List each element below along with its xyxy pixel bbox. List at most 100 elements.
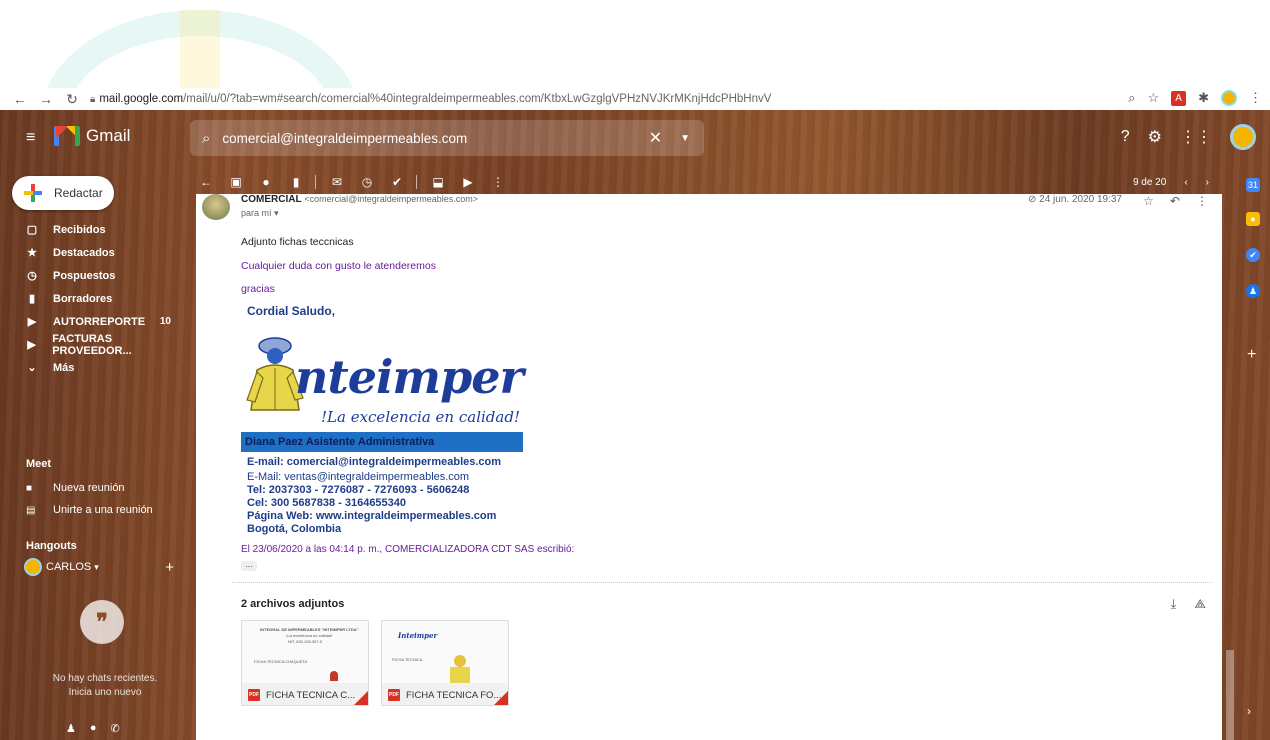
preview-helmet [454,655,466,667]
snooze-icon[interactable]: ◷ [356,175,378,189]
help-icon[interactable]: ? [1121,128,1130,146]
sidebar-item-autorreporte[interactable]: ▶ AUTORREPORTE 10 [0,310,185,333]
company-logo: nteimper !La excelencia en calidad! [241,322,524,430]
person-icon[interactable]: ♟ [66,722,76,735]
url-bar[interactable]: mail.google.com/mail/u/0/?tab=wm#search/… [99,93,771,105]
settings-gear-icon[interactable]: ⚙ [1148,127,1162,147]
attachments-actions: ⤓ ⟁ [1171,596,1206,612]
keep-icon[interactable]: ● [1246,212,1260,226]
apps-grid-icon[interactable]: ⋮⋮ [1180,127,1212,147]
forward-arrow-icon[interactable]: → [36,91,56,107]
recipient-line[interactable]: para mí ▾ [241,208,279,219]
show-side-panel-icon[interactable]: › [1247,704,1251,718]
sidebar-item-facturas[interactable]: ▶ FACTURAS PROVEEDOR... [0,333,185,357]
sidebar-item-destacados[interactable]: ★ Destacados [0,241,185,264]
preview-nit: NIT. 830.108.397-5 [288,639,323,644]
phone-icon[interactable]: ✆ [111,722,120,735]
gmail-logo[interactable]: Gmail [54,126,130,146]
body-line: Cualquier duda con gusto le atenderemos [241,260,436,272]
header-actions: ? ⚙ ⋮⋮ [1121,124,1256,150]
label-icon: ▶ [27,338,36,351]
bookmark-star-icon[interactable]: ☆ [1147,90,1159,106]
signature-sales-email[interactable]: E-Mail: ventas@integraldeimpermeables.co… [247,471,469,483]
compose-plus-icon [24,184,42,202]
preview-brand: Inteimper [398,631,438,640]
archive-icon[interactable]: ▣ [225,175,247,189]
sender-name[interactable]: COMERCIAL [241,194,302,205]
meet-join-label: Unirte a una reunión [53,504,153,516]
chat-bubble-icon[interactable]: ● [90,722,97,735]
labels-icon[interactable]: ▶ [457,175,479,189]
compose-button[interactable]: Redactar [12,176,114,210]
move-to-icon[interactable]: ⬓ [427,175,449,189]
signature-website[interactable]: Página Web: www.integraldeimpermeables.c… [247,510,496,522]
search-bar[interactable]: ⌕ comercial@integraldeimpermeables.com ✕… [190,120,704,156]
hangouts-user[interactable]: CARLOS ▾ + [24,558,174,576]
sender-avatar [202,194,230,220]
attachments-title: 2 archivos adjuntos [241,598,345,610]
profile-avatar-icon[interactable] [1221,90,1237,106]
signature-email[interactable]: E-mail: comercial@integraldeimpermeables… [247,456,501,468]
url-domain: mail.google.com [99,93,184,105]
pdf-extension-icon[interactable]: A [1171,90,1187,106]
show-trimmed-content-button[interactable]: ... [241,560,257,571]
account-avatar[interactable] [1230,124,1256,150]
add-task-icon[interactable]: ✔ [386,175,408,189]
attachment-card[interactable]: INTEGRAL DE IMPERMEABLES "INTEIMPER LTDA… [241,620,369,706]
preview-label: FICHA TECNICA [392,657,423,662]
dropdown-caret-icon[interactable]: ▾ [94,562,99,573]
recipient-label: para mí [241,208,272,218]
unread-count: 10 [159,316,171,327]
start-chat-link[interactable]: Inicia uno nuevo [40,686,170,700]
email-signature: Cordial Saludo, nteimper !La excelencia … [241,304,531,535]
browser-menu-icon[interactable]: ⋮ [1249,90,1262,106]
pager: 9 de 20 ‹ › [1133,177,1209,188]
download-all-icon[interactable]: ⤓ [1171,596,1177,612]
pager-count: 9 de 20 [1132,176,1167,188]
save-to-drive-icon[interactable]: ⟁ [1194,596,1206,612]
calendar-icon[interactable]: 31 [1246,178,1260,192]
star-toggle-icon[interactable]: ☆ [1143,194,1154,208]
report-spam-icon[interactable]: ● [255,175,277,189]
extensions-puzzle-icon[interactable]: ✱ [1198,90,1209,106]
back-arrow-icon[interactable]: ← [10,91,30,107]
sidebar-item-mas[interactable]: ⌄ Más [0,356,185,379]
add-chat-icon[interactable]: + [165,559,174,576]
attachment-preview: Inteimper FICHA TECNICA [382,621,508,683]
delete-icon[interactable]: ▮ [285,175,307,189]
zoom-icon[interactable]: ⌕ [1128,90,1135,106]
mark-unread-icon[interactable]: ✉ [326,175,348,189]
quoted-header: El 23/06/2020 a las 04:14 p. m., COMERCI… [241,544,575,555]
prev-message-icon[interactable]: ‹ [1184,177,1187,188]
search-options-icon[interactable]: ▼ [680,133,690,144]
sidebar-item-label: Pospuestos [53,269,116,282]
tasks-icon[interactable]: ✔ [1246,248,1260,262]
message-scrollbar[interactable] [1226,650,1234,740]
back-to-list-icon[interactable]: ← [195,175,217,189]
sender-line: COMERCIAL <comercial@integraldeimpermeab… [241,194,478,205]
signature-phone: Tel: 2037303 - 7276087 - 7276093 - 56062… [247,484,470,496]
meet-new-meeting[interactable]: ■ Nueva reunión [26,482,125,494]
attachment-card[interactable]: Inteimper FICHA TECNICA PDF FICHA TECNIC… [381,620,509,706]
sidebar-item-borradores[interactable]: ▮ Borradores [0,287,185,310]
url-path: /mail/u/0/?tab=wm#search/comercial%40int… [183,93,772,105]
main-menu-icon[interactable]: ≡ [26,129,35,147]
signature-mobile: Cel: 300 5687838 - 3164655340 [247,497,407,509]
sidebar-item-pospuestos[interactable]: ◷ Pospuestos [0,264,185,287]
preview-subtitle: ¡La excelencia en calidad! [286,633,333,638]
more-options-icon[interactable]: ⋮ [487,175,509,189]
contacts-icon[interactable]: ♟ [1246,284,1260,298]
sidebar: Redactar ▢ Recibidos ★ Destacados ◷ Pospues… [0,170,185,740]
reply-icon[interactable]: ↶ [1170,194,1180,208]
sidebar-item-label: Más [53,361,75,374]
message-more-icon[interactable]: ⋮ [1196,194,1208,208]
search-input[interactable]: comercial@integraldeimpermeables.com [222,131,648,146]
meet-join-meeting[interactable]: ▤ Unirte a una reunión [26,504,153,516]
get-addons-icon[interactable]: + [1247,346,1256,364]
search-icon[interactable]: ⌕ [202,130,210,147]
next-message-icon[interactable]: › [1206,177,1209,188]
recipient-details-caret-icon[interactable]: ▾ [274,208,279,218]
clear-search-icon[interactable]: ✕ [649,128,662,148]
reload-icon[interactable]: ↻ [62,91,82,108]
sidebar-item-recibidos[interactable]: ▢ Recibidos [0,218,185,241]
